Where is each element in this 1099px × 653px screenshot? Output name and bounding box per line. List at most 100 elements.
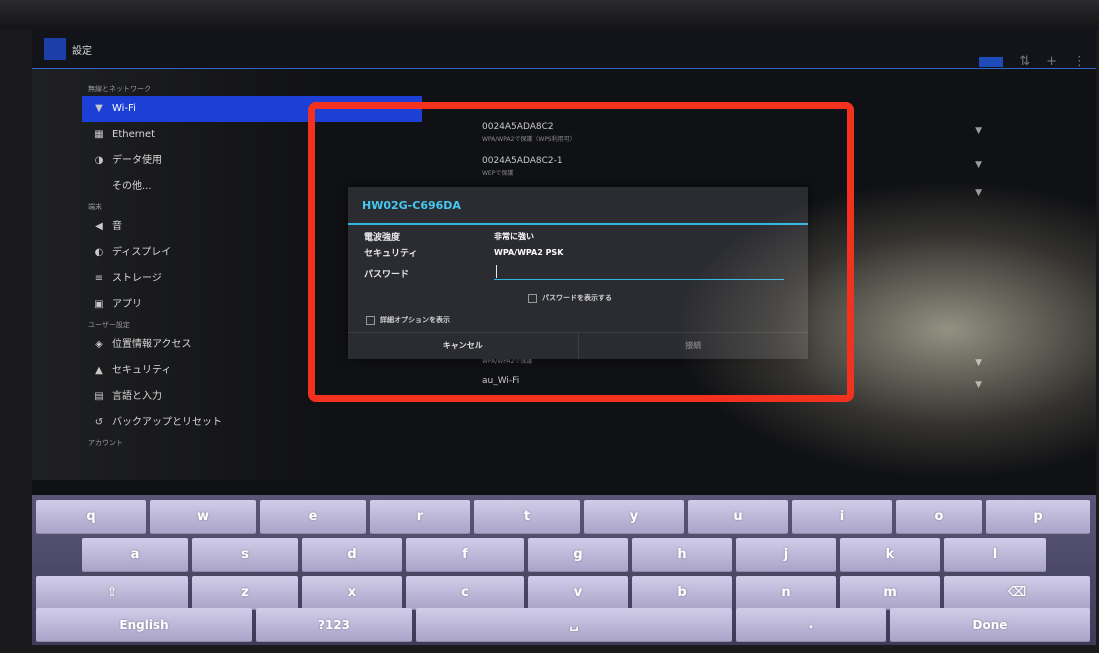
sidebar-item-label: データ使用 [112, 155, 162, 166]
security-label: セキュリティ [364, 249, 418, 259]
wifi-signal-icon: ▼ [975, 380, 982, 390]
key-j[interactable]: j [736, 538, 836, 572]
sidebar-item-backup[interactable]: ↺ バックアップとリセット [82, 410, 422, 436]
language-key[interactable]: English [36, 608, 252, 642]
sidebar-item-label: 音 [112, 221, 122, 232]
key-d[interactable]: d [302, 538, 402, 572]
advanced-options-checkbox[interactable]: 詳細オプションを表示 [366, 315, 450, 325]
key-t[interactable]: t [474, 500, 580, 534]
sidebar-item-label: Wi-Fi [112, 103, 136, 114]
show-password-checkbox[interactable]: パスワードを表示する [528, 293, 612, 303]
location-icon: ◈ [95, 339, 103, 350]
key-g[interactable]: g [528, 538, 628, 572]
sound-icon: ◀ [95, 221, 103, 232]
data-usage-icon: ◑ [94, 155, 104, 166]
network-item[interactable]: au_Wi-Fi ▼ [482, 376, 1042, 390]
lock-icon: ▲ [95, 365, 103, 376]
network-security: WEPで保護 [482, 170, 514, 177]
done-key[interactable]: Done [890, 608, 1090, 642]
wifi-toggle[interactable] [979, 56, 1004, 67]
sidebar-item-label: バックアップとリセット [112, 417, 222, 428]
security-value: WPA/WPA2 PSK [494, 248, 564, 257]
add-network-icon[interactable]: + [1046, 54, 1057, 69]
page-title: 設定 [72, 46, 92, 57]
advanced-options-label: 詳細オプションを表示 [380, 316, 450, 324]
network-name: 0024A5ADA8C2-1 [482, 156, 563, 166]
sidebar-item-label: セキュリティ [112, 365, 172, 376]
shift-key[interactable]: ⇧ [36, 576, 188, 610]
network-security: WPA/WPA2で保護（WPS利用可） [482, 136, 576, 143]
key-w[interactable]: w [150, 500, 256, 534]
key-u[interactable]: u [688, 500, 788, 534]
password-input[interactable] [494, 265, 784, 280]
checkbox-box [366, 315, 375, 325]
key-h[interactable]: h [632, 538, 732, 572]
key-s[interactable]: s [192, 538, 298, 572]
sidebar-item-wifi[interactable]: ▼ Wi-Fi [82, 96, 422, 122]
key-e[interactable]: e [260, 500, 366, 534]
sidebar-item-data-usage[interactable]: ◑ データ使用 [82, 148, 422, 174]
sidebar-item-label: その他... [112, 181, 152, 192]
connect-button[interactable]: 接続 [577, 333, 809, 359]
network-item[interactable]: 0024A5ADA8C2-1 WEPで保護 ▼ [482, 156, 1042, 177]
key-b[interactable]: b [632, 576, 732, 610]
sidebar-item-label: ディスプレイ [112, 247, 172, 258]
key-x[interactable]: x [302, 576, 402, 610]
dialog-divider [348, 223, 808, 225]
key-i[interactable]: i [792, 500, 892, 534]
space-key[interactable]: ␣ [416, 608, 732, 642]
sidebar-item-ethernet[interactable]: ▦ Ethernet [82, 122, 422, 148]
wifi-connect-dialog: HW02G-C696DA 電波強度 非常に強い セキュリティ WPA/WPA2 … [348, 187, 808, 359]
signal-strength-value: 非常に強い [494, 232, 534, 241]
password-label: パスワード [364, 270, 410, 280]
key-p[interactable]: p [986, 500, 1090, 534]
key-q[interactable]: q [36, 500, 146, 534]
key-f[interactable]: f [406, 538, 524, 572]
sidebar-item-label: アプリ [112, 299, 142, 310]
wifi-signal-icon: ▼ [975, 358, 982, 368]
delete-key[interactable]: ⌫ [944, 576, 1090, 610]
key-n[interactable]: n [736, 576, 836, 610]
dialog-buttons: キャンセル 接続 [348, 332, 808, 359]
backup-icon: ↺ [94, 417, 104, 428]
key-k[interactable]: k [840, 538, 940, 572]
sidebar-item-label: Ethernet [112, 129, 156, 140]
key-o[interactable]: o [896, 500, 982, 534]
network-item[interactable]: 0024A5ADA8C2 WPA/WPA2で保護（WPS利用可） ▼ [482, 122, 1042, 143]
key-y[interactable]: y [584, 500, 684, 534]
on-screen-keyboard: q w e r t y u i o p a s d f g h j k l ⇧ … [32, 495, 1096, 645]
key-m[interactable]: m [840, 576, 940, 610]
key-c[interactable]: c [406, 576, 524, 610]
sidebar-item-label: ストレージ [112, 273, 162, 284]
section-header: 無線とネットワーク [88, 85, 151, 93]
key-z[interactable]: z [192, 576, 298, 610]
sidebar-item-security[interactable]: ▲ セキュリティ [82, 358, 422, 384]
sidebar-item-label: 位置情報アクセス [112, 339, 192, 350]
cancel-button[interactable]: キャンセル [348, 333, 578, 359]
language-icon: ▤ [94, 391, 104, 402]
wifi-signal-icon: ▼ [975, 126, 982, 136]
overflow-menu-icon[interactable]: ⋮ [1073, 54, 1086, 69]
wifi-signal-icon: ▼ [975, 160, 982, 170]
signal-strength-label: 電波強度 [364, 233, 401, 243]
display-icon: ◐ [94, 247, 104, 258]
sidebar-item-language[interactable]: ▤ 言語と入力 [82, 384, 422, 410]
ethernet-icon: ▦ [94, 129, 104, 140]
key-a[interactable]: a [82, 538, 188, 572]
key-l[interactable]: l [944, 538, 1046, 572]
period-key[interactable]: . [736, 608, 886, 642]
wifi-icon: ▼ [95, 103, 103, 114]
wps-icon[interactable]: ⇅ [1019, 54, 1030, 69]
sidebar-item-label: 言語と入力 [112, 391, 162, 402]
symbols-key[interactable]: ?123 [256, 608, 412, 642]
network-name: 0024A5ADA8C2 [482, 122, 554, 132]
key-r[interactable]: r [370, 500, 470, 534]
monitor-bezel [0, 0, 1099, 30]
dialog-title: HW02G-C696DA [362, 199, 461, 212]
section-header: アカウント [88, 439, 123, 447]
storage-icon: ≡ [94, 273, 104, 284]
action-bar: 設定 ⇅ + ⋮ [32, 30, 1096, 69]
text-cursor [496, 265, 497, 278]
action-bar-icons: ⇅ + ⋮ [979, 54, 1086, 69]
key-v[interactable]: v [528, 576, 628, 610]
